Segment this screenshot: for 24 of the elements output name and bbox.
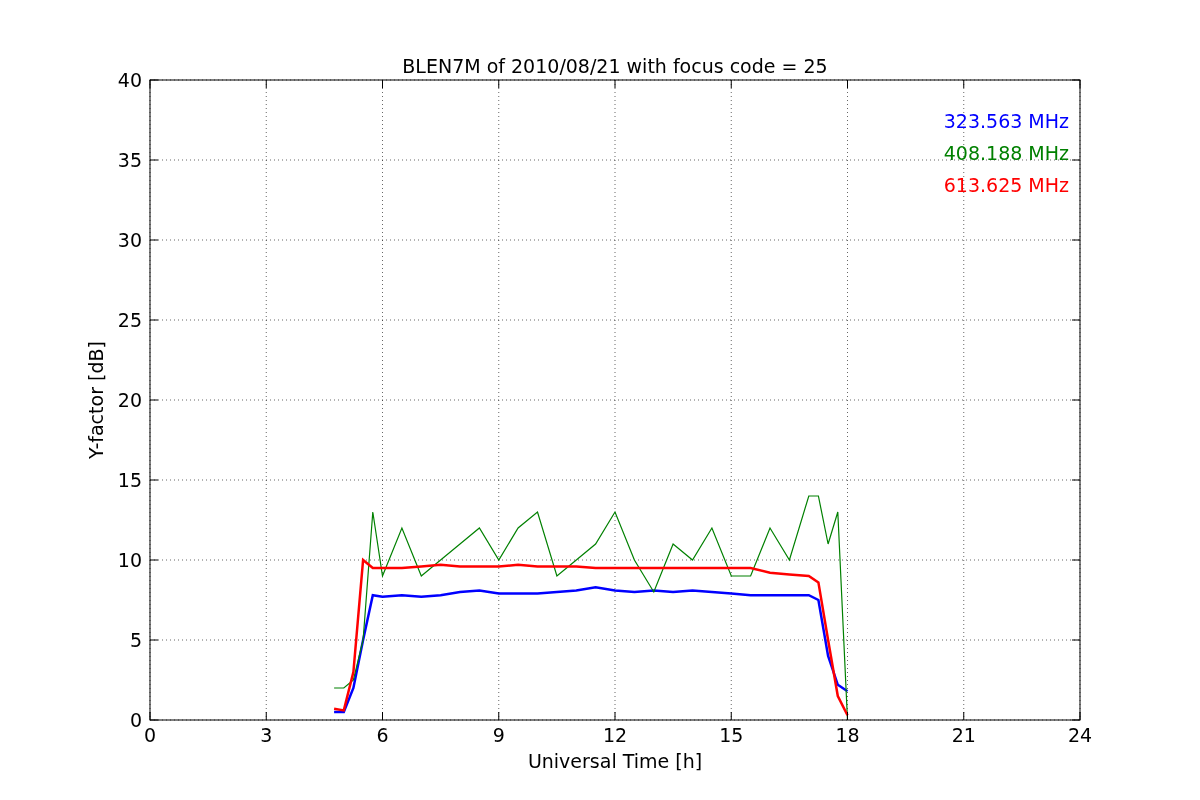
legend-label: 323.563 MHz: [943, 110, 1069, 132]
tick-label: 0: [129, 709, 142, 731]
axis-label: Y-factor [dB]: [85, 341, 107, 459]
tick-label: 18: [835, 724, 860, 746]
tick-label: 25: [117, 309, 142, 331]
tick-label: 21: [951, 724, 976, 746]
tick-label: 20: [117, 389, 142, 411]
chart-title: BLEN7M of 2010/08/21 with focus code = 25: [402, 55, 828, 77]
axis-label: Universal Time [h]: [527, 750, 703, 772]
tick-label: 40: [117, 69, 142, 91]
tick-label: 35: [117, 149, 142, 171]
tick-label: 5: [129, 629, 142, 651]
tick-label: 6: [376, 724, 389, 746]
tick-label: 0: [143, 724, 157, 746]
legend-label: 408.188 MHz: [943, 142, 1069, 164]
legend-label: 613.625 MHz: [943, 174, 1069, 196]
tick-label: 15: [719, 724, 744, 746]
tick-label: 30: [117, 229, 142, 251]
tick-label: 3: [260, 724, 273, 746]
tick-label: 12: [602, 724, 628, 746]
tick-label: 15: [117, 469, 142, 491]
tick-label: 10: [117, 549, 142, 571]
tick-label: 9: [492, 724, 505, 746]
tick-label: 24: [1067, 724, 1093, 746]
